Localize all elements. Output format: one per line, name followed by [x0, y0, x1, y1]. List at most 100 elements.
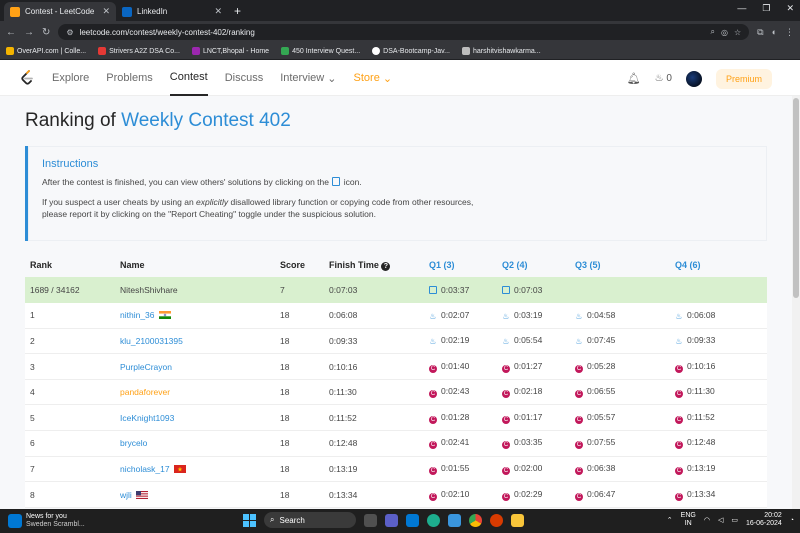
back-icon[interactable]: ← — [6, 27, 16, 38]
bookmark-item[interactable]: OverAPI.com | Colle... — [6, 47, 86, 55]
cpp-icon[interactable]: C — [502, 415, 510, 424]
profile-icon[interactable]: ◐ — [772, 27, 777, 38]
cpp-icon[interactable]: C — [502, 466, 510, 475]
language-indicator[interactable]: ENG IN — [681, 512, 696, 528]
nav-problems[interactable]: Problems — [106, 61, 152, 96]
user-name-link[interactable]: pandaforever — [120, 387, 170, 397]
cpp-icon[interactable]: C — [675, 415, 683, 424]
user-name-link[interactable]: IceKnight1093 — [120, 413, 174, 423]
java-icon[interactable]: ♨ — [575, 338, 583, 346]
nav-interview[interactable]: Interview ⌄ — [280, 61, 336, 96]
page-scrollbar[interactable] — [792, 96, 800, 509]
nav-contest[interactable]: Contest — [169, 61, 208, 96]
forward-icon[interactable]: → — [24, 27, 34, 38]
bookmark-star-icon[interactable]: ☆ — [734, 28, 741, 37]
scrollbar-thumb[interactable] — [793, 98, 799, 298]
java-icon[interactable]: ♨ — [675, 338, 683, 346]
cpp-icon[interactable]: C — [502, 364, 510, 373]
cpp-icon[interactable]: C — [575, 390, 583, 399]
file-explorer-icon[interactable] — [511, 513, 524, 527]
user-name-link[interactable]: nithin_36 — [120, 310, 155, 320]
col-q4[interactable]: Q4 (6) — [670, 253, 767, 277]
new-tab-button[interactable]: + — [228, 4, 247, 21]
mail-icon[interactable] — [406, 513, 419, 527]
teams-icon[interactable] — [385, 513, 398, 527]
browser-tab-contest[interactable]: Contest - LeetCode ✕ — [4, 2, 116, 21]
menu-icon[interactable]: ⋮ — [785, 27, 794, 38]
help-icon[interactable]: ? — [381, 261, 391, 271]
cpp-icon[interactable]: C — [675, 492, 683, 501]
avatar[interactable] — [685, 70, 702, 87]
news-widget[interactable]: News for you Sweden Scrambl... — [0, 513, 210, 529]
reload-icon[interactable]: ↻ — [42, 27, 50, 38]
cpp-icon[interactable]: C — [675, 390, 683, 399]
bookmark-item[interactable]: DSA-Bootcamp-Jav... — [372, 47, 450, 55]
java-icon[interactable]: ♨ — [502, 312, 510, 321]
cpp-icon[interactable]: C — [429, 415, 437, 424]
cpp-icon[interactable]: C — [575, 415, 583, 424]
cpp-icon[interactable]: C — [502, 492, 510, 501]
cpp-icon[interactable]: C — [502, 441, 510, 450]
java-icon[interactable]: ♨ — [575, 312, 583, 321]
java-icon[interactable]: ♨ — [502, 338, 510, 346]
cpp-icon[interactable]: C — [429, 466, 437, 475]
nav-explore[interactable]: Explore — [52, 61, 89, 96]
close-icon[interactable]: ✕ — [214, 6, 222, 17]
site-info-icon[interactable]: ⚙ — [66, 28, 73, 37]
java-icon[interactable]: ♨ — [429, 312, 437, 321]
eye-off-icon[interactable]: ◎ — [721, 28, 728, 37]
close-icon[interactable]: ✕ — [102, 6, 110, 17]
user-name-link[interactable]: wjli — [120, 490, 132, 500]
cpp-icon[interactable]: C — [675, 466, 683, 475]
windows-start-icon[interactable] — [243, 513, 256, 527]
cpp-icon[interactable]: C — [575, 364, 583, 373]
chrome-icon[interactable] — [469, 513, 482, 527]
bookmark-item[interactable]: LNCT,Bhopal - Home — [191, 47, 269, 55]
clock[interactable]: 20:02 16-06-2024 — [746, 512, 782, 528]
user-name-link[interactable]: brycelo — [120, 438, 147, 448]
minimize-icon[interactable]: — — [737, 3, 746, 14]
chevron-up-icon[interactable]: ⌃ — [667, 516, 673, 524]
volume-icon[interactable]: ◁ — [718, 516, 723, 524]
address-bar[interactable]: ⚙ leetcode.com/contest/weekly-contest-40… — [58, 24, 750, 40]
cpp-icon[interactable]: C — [502, 390, 510, 399]
cpp-icon[interactable]: C — [429, 364, 437, 373]
cpp-icon[interactable]: C — [575, 492, 583, 501]
user-name-link[interactable]: klu_2100031395 — [120, 336, 183, 346]
notification-bell-icon[interactable]: ◔ — [790, 517, 794, 524]
cpp-icon[interactable]: C — [675, 441, 683, 450]
leetcode-logo-icon[interactable] — [20, 70, 34, 86]
taskbar-search[interactable]: ⌕ Search — [264, 512, 356, 528]
streak-counter[interactable]: ♨ 0 — [655, 73, 672, 84]
solution-doc-icon[interactable] — [429, 285, 437, 294]
bookmark-item[interactable]: 450 Interview Quest... — [281, 47, 360, 55]
zoom-icon[interactable]: ⌕ — [710, 27, 714, 37]
cpp-icon[interactable]: C — [675, 364, 683, 373]
maximize-icon[interactable]: ❐ — [762, 3, 770, 14]
office-icon[interactable] — [490, 513, 503, 527]
cpp-icon[interactable]: C — [575, 441, 583, 450]
wifi-icon[interactable]: ◠ — [704, 516, 710, 524]
solution-doc-icon[interactable] — [502, 285, 510, 294]
contest-link[interactable]: Weekly Contest 402 — [121, 110, 291, 131]
cpp-icon[interactable]: C — [575, 466, 583, 475]
col-q3[interactable]: Q3 (5) — [570, 253, 670, 277]
cpp-icon[interactable]: C — [429, 492, 437, 501]
edge-icon[interactable] — [427, 513, 440, 527]
java-icon[interactable]: ♨ — [429, 338, 437, 346]
extensions-icon[interactable]: ⧉ — [757, 27, 763, 38]
cpp-icon[interactable]: C — [429, 441, 437, 450]
browser-tab-linkedin[interactable]: LinkedIn ✕ — [116, 2, 228, 21]
nav-store[interactable]: Store ⌄ — [354, 61, 393, 96]
close-window-icon[interactable]: ✕ — [786, 3, 794, 14]
col-q2[interactable]: Q2 (4) — [497, 253, 570, 277]
nav-discuss[interactable]: Discuss — [225, 61, 264, 96]
java-icon[interactable]: ♨ — [675, 312, 683, 321]
bookmark-item[interactable]: harshitvishawkarma... — [461, 47, 541, 55]
user-name-link[interactable]: nicholask_17 — [120, 464, 170, 474]
col-q1[interactable]: Q1 (3) — [424, 253, 497, 277]
task-view-icon[interactable] — [364, 513, 377, 527]
battery-icon[interactable]: ▭ — [731, 516, 738, 524]
bell-icon[interactable]: 🔔︎ — [627, 72, 641, 85]
user-name-link[interactable]: PurpleCrayon — [120, 362, 172, 372]
